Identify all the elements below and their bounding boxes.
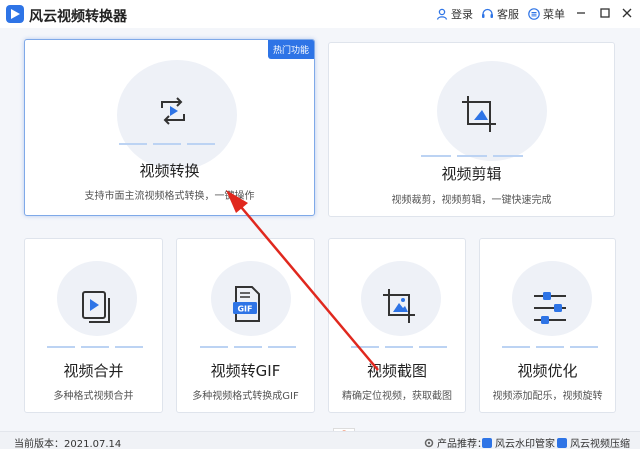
crop-icon: [462, 96, 496, 132]
card-title: 视频优化: [517, 362, 578, 380]
recommend-text: 产品推荐：: [437, 439, 487, 449]
product2-text: 风云视频压缩: [570, 439, 630, 449]
service-label: 客服: [497, 8, 519, 21]
card-video-edit[interactable]: 视频剪辑 视频裁剪，视频剪辑，一键快速完成: [328, 42, 615, 217]
card-video-gif[interactable]: GIF 视频转GIF 多种视频格式转换成GIF: [176, 238, 315, 413]
card-title: 视频转GIF: [210, 362, 281, 380]
card-title: 视频合并: [63, 362, 124, 380]
card-underline: [119, 143, 215, 145]
product1-text: 风云水印管家: [495, 439, 555, 449]
headset-icon: [482, 8, 493, 18]
menu-label: 菜单: [543, 8, 565, 21]
service-button[interactable]: 客服: [481, 6, 519, 22]
gif-icon-text: GIF: [237, 305, 252, 314]
card-underline: [351, 346, 447, 348]
card-video-convert[interactable]: 热门功能 视频转换 支持市面主流视频格式转换，一键操作: [24, 39, 315, 216]
settings-icon: [424, 438, 434, 447]
recommend-label: 产品推荐：: [424, 435, 487, 449]
product-watermark-link[interactable]: 风云水印管家: [482, 435, 555, 449]
title-bar: 风云视频转换器 登录 客服 菜单: [0, 0, 640, 28]
card-desc: 视频裁剪，视频剪辑，一键快速完成: [391, 195, 552, 206]
screenshot-crop-icon: [383, 289, 415, 323]
card-desc: 支持市面主流视频格式转换，一键操作: [84, 191, 255, 202]
close-button[interactable]: [620, 6, 634, 20]
card-title: 视频转换: [139, 162, 200, 180]
card-underline: [502, 346, 598, 348]
watermark-app-icon: [482, 437, 492, 448]
card-video-optimize[interactable]: 视频优化 视频添加配乐，视频旋转: [479, 238, 616, 413]
card-title: 视频截图: [366, 362, 427, 380]
card-desc: 多种视频格式转换成GIF: [192, 391, 299, 402]
login-label: 登录: [451, 8, 473, 21]
product-compress-link[interactable]: 风云视频压缩: [557, 435, 630, 449]
login-button[interactable]: 登录: [436, 6, 473, 22]
minimize-button[interactable]: [574, 6, 588, 20]
app-title: 风云视频转换器: [29, 9, 127, 25]
convert-icon: [161, 97, 185, 125]
card-desc: 多种格式视频合并: [53, 391, 134, 402]
sliders-icon: [534, 292, 566, 324]
maximize-icon: [600, 8, 610, 18]
version-text: 当前版本：2021.07.14: [14, 439, 122, 449]
minimize-icon: [577, 12, 585, 14]
card-desc: 精确定位视频，获取截图: [342, 391, 452, 402]
close-icon: [622, 8, 632, 18]
card-title: 视频剪辑: [441, 165, 502, 183]
maximize-button[interactable]: [598, 6, 612, 20]
card-underline: [200, 346, 296, 348]
gif-file-icon: GIF: [233, 286, 260, 322]
merge-icon: [82, 291, 110, 323]
user-icon: [436, 8, 448, 20]
hot-feature-badge: 热门功能: [267, 40, 314, 59]
card-video-capture[interactable]: 视频截图 精确定位视频，获取截图: [328, 238, 466, 413]
card-desc: 视频添加配乐，视频旋转: [492, 391, 603, 402]
menu-icon: [528, 8, 540, 20]
compress-app-icon: [557, 437, 567, 448]
menu-button[interactable]: 菜单: [528, 6, 565, 22]
card-underline: [47, 346, 143, 348]
card-underline: [421, 155, 523, 157]
status-bar: 当前版本：2021.07.14 产品推荐： 风云水印管家 风云视频压缩: [0, 431, 640, 449]
app-logo-icon: [6, 5, 24, 23]
card-video-merge[interactable]: 视频合并 多种格式视频合并: [24, 238, 163, 413]
